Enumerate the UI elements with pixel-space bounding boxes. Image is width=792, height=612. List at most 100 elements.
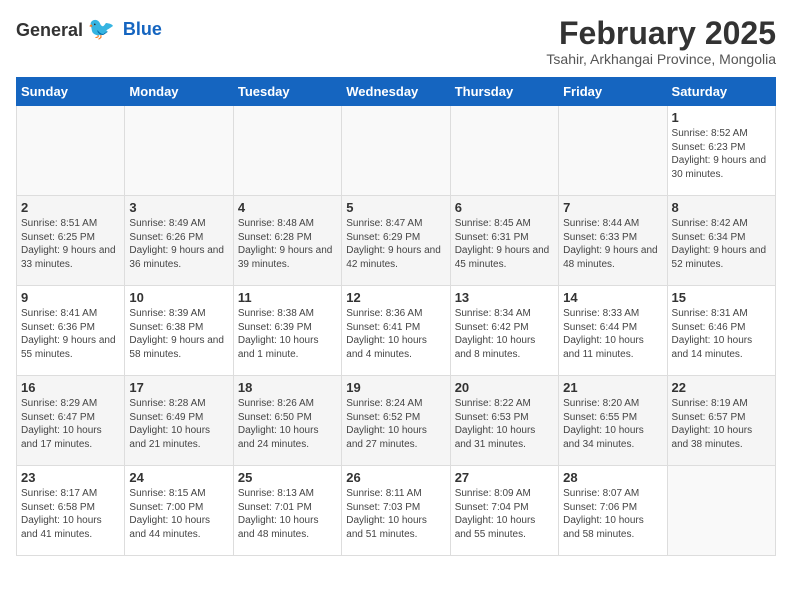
calendar-cell <box>233 106 341 196</box>
day-info: Sunrise: 8:51 AM Sunset: 6:25 PM Dayligh… <box>21 217 120 271</box>
day-number: 22 <box>672 380 771 395</box>
day-info: Sunrise: 8:28 AM Sunset: 6:49 PM Dayligh… <box>129 397 228 451</box>
day-info: Sunrise: 8:49 AM Sunset: 6:26 PM Dayligh… <box>129 217 228 271</box>
day-number: 15 <box>672 290 771 305</box>
calendar-cell: 17 Sunrise: 8:28 AM Sunset: 6:49 PM Dayli… <box>125 376 233 466</box>
day-info: Sunrise: 8:15 AM Sunset: 7:00 PM Dayligh… <box>129 487 228 541</box>
weekday-header-thursday: Thursday <box>450 78 558 106</box>
day-number: 11 <box>238 290 337 305</box>
day-number: 25 <box>238 470 337 485</box>
calendar-cell: 9 Sunrise: 8:41 AM Sunset: 6:36 PM Daylig… <box>17 286 125 376</box>
day-info: Sunrise: 8:48 AM Sunset: 6:28 PM Dayligh… <box>238 217 337 271</box>
day-info: Sunrise: 8:29 AM Sunset: 6:47 PM Dayligh… <box>21 397 120 451</box>
calendar-week-row: 23 Sunrise: 8:17 AM Sunset: 6:58 PM Dayli… <box>17 466 776 556</box>
day-info: Sunrise: 8:07 AM Sunset: 7:06 PM Dayligh… <box>563 487 662 541</box>
day-number: 1 <box>672 110 771 125</box>
calendar-cell: 20Sunrise: 8:22 AM Sunset: 6:53 PM Dayli… <box>450 376 558 466</box>
day-number: 24 <box>129 470 228 485</box>
weekday-header-saturday: Saturday <box>667 78 775 106</box>
logo-blue: Blue <box>123 19 162 40</box>
calendar-cell: 8Sunrise: 8:42 AM Sunset: 6:34 PM Daylig… <box>667 196 775 286</box>
calendar-cell: 15 Sunrise: 8:31 AM Sunset: 6:46 PM Dayli… <box>667 286 775 376</box>
day-number: 19 <box>346 380 445 395</box>
logo: General 🐦 Blue <box>16 16 162 42</box>
calendar-cell <box>125 106 233 196</box>
day-number: 21 <box>563 380 662 395</box>
calendar-cell: 21 Sunrise: 8:20 AM Sunset: 6:55 PM Dayli… <box>559 376 667 466</box>
day-info: Sunrise: 8:13 AM Sunset: 7:01 PM Dayligh… <box>238 487 337 541</box>
calendar-cell: 27Sunrise: 8:09 AM Sunset: 7:04 PM Dayli… <box>450 466 558 556</box>
day-info: Sunrise: 8:44 AM Sunset: 6:33 PM Dayligh… <box>563 217 662 271</box>
day-info: Sunrise: 8:36 AM Sunset: 6:41 PM Dayligh… <box>346 307 445 361</box>
calendar-week-row: 1 Sunrise: 8:52 AM Sunset: 6:23 PM Daylig… <box>17 106 776 196</box>
calendar-cell <box>667 466 775 556</box>
weekday-header-monday: Monday <box>125 78 233 106</box>
day-info: Sunrise: 8:41 AM Sunset: 6:36 PM Dayligh… <box>21 307 120 361</box>
weekday-header-tuesday: Tuesday <box>233 78 341 106</box>
page-header: General 🐦 Blue February 2025 Tsahir, Ark… <box>16 16 776 67</box>
month-year-title: February 2025 <box>546 16 776 51</box>
calendar-week-row: 16Sunrise: 8:29 AM Sunset: 6:47 PM Dayli… <box>17 376 776 466</box>
calendar-cell: 4 Sunrise: 8:48 AM Sunset: 6:28 PM Daylig… <box>233 196 341 286</box>
calendar-cell: 3Sunrise: 8:49 AM Sunset: 6:26 PM Daylig… <box>125 196 233 286</box>
calendar-cell: 14Sunrise: 8:33 AM Sunset: 6:44 PM Dayli… <box>559 286 667 376</box>
day-number: 17 <box>129 380 228 395</box>
title-area: February 2025 Tsahir, Arkhangai Province… <box>546 16 776 67</box>
day-number: 23 <box>21 470 120 485</box>
calendar-cell: 18 Sunrise: 8:26 AM Sunset: 6:50 PM Dayli… <box>233 376 341 466</box>
day-number: 5 <box>346 200 445 215</box>
calendar-cell: 24 Sunrise: 8:15 AM Sunset: 7:00 PM Dayli… <box>125 466 233 556</box>
day-number: 27 <box>455 470 554 485</box>
day-number: 26 <box>346 470 445 485</box>
calendar-cell: 12Sunrise: 8:36 AM Sunset: 6:41 PM Dayli… <box>342 286 450 376</box>
calendar-body: 1 Sunrise: 8:52 AM Sunset: 6:23 PM Daylig… <box>17 106 776 556</box>
calendar-week-row: 9 Sunrise: 8:41 AM Sunset: 6:36 PM Daylig… <box>17 286 776 376</box>
calendar-cell <box>559 106 667 196</box>
day-number: 8 <box>672 200 771 215</box>
day-number: 4 <box>238 200 337 215</box>
calendar-header-row: SundayMondayTuesdayWednesdayThursdayFrid… <box>17 78 776 106</box>
day-info: Sunrise: 8:17 AM Sunset: 6:58 PM Dayligh… <box>21 487 120 541</box>
calendar-cell: 1 Sunrise: 8:52 AM Sunset: 6:23 PM Daylig… <box>667 106 775 196</box>
calendar-cell: 16Sunrise: 8:29 AM Sunset: 6:47 PM Dayli… <box>17 376 125 466</box>
day-info: Sunrise: 8:33 AM Sunset: 6:44 PM Dayligh… <box>563 307 662 361</box>
day-info: Sunrise: 8:45 AM Sunset: 6:31 PM Dayligh… <box>455 217 554 271</box>
calendar-table: SundayMondayTuesdayWednesdayThursdayFrid… <box>16 77 776 556</box>
day-number: 18 <box>238 380 337 395</box>
day-info: Sunrise: 8:34 AM Sunset: 6:42 PM Dayligh… <box>455 307 554 361</box>
day-info: Sunrise: 8:22 AM Sunset: 6:53 PM Dayligh… <box>455 397 554 451</box>
day-info: Sunrise: 8:52 AM Sunset: 6:23 PM Dayligh… <box>672 127 771 181</box>
calendar-cell: 26 Sunrise: 8:11 AM Sunset: 7:03 PM Dayli… <box>342 466 450 556</box>
calendar-cell <box>450 106 558 196</box>
day-number: 7 <box>563 200 662 215</box>
day-info: Sunrise: 8:47 AM Sunset: 6:29 PM Dayligh… <box>346 217 445 271</box>
calendar-cell: 22Sunrise: 8:19 AM Sunset: 6:57 PM Dayli… <box>667 376 775 466</box>
day-number: 28 <box>563 470 662 485</box>
calendar-cell: 19Sunrise: 8:24 AM Sunset: 6:52 PM Dayli… <box>342 376 450 466</box>
calendar-cell: 5 Sunrise: 8:47 AM Sunset: 6:29 PM Daylig… <box>342 196 450 286</box>
day-info: Sunrise: 8:38 AM Sunset: 6:39 PM Dayligh… <box>238 307 337 361</box>
calendar-cell: 6 Sunrise: 8:45 AM Sunset: 6:31 PM Daylig… <box>450 196 558 286</box>
day-info: Sunrise: 8:20 AM Sunset: 6:55 PM Dayligh… <box>563 397 662 451</box>
day-number: 13 <box>455 290 554 305</box>
day-info: Sunrise: 8:11 AM Sunset: 7:03 PM Dayligh… <box>346 487 445 541</box>
day-number: 10 <box>129 290 228 305</box>
calendar-week-row: 2 Sunrise: 8:51 AM Sunset: 6:25 PM Daylig… <box>17 196 776 286</box>
day-number: 6 <box>455 200 554 215</box>
calendar-cell: 28 Sunrise: 8:07 AM Sunset: 7:06 PM Dayli… <box>559 466 667 556</box>
calendar-cell: 25 Sunrise: 8:13 AM Sunset: 7:01 PM Dayli… <box>233 466 341 556</box>
day-info: Sunrise: 8:31 AM Sunset: 6:46 PM Dayligh… <box>672 307 771 361</box>
calendar-cell: 2 Sunrise: 8:51 AM Sunset: 6:25 PM Daylig… <box>17 196 125 286</box>
day-info: Sunrise: 8:26 AM Sunset: 6:50 PM Dayligh… <box>238 397 337 451</box>
logo-bird-icon: 🐦 <box>88 16 115 41</box>
logo-general: General <box>16 20 83 40</box>
weekday-header-sunday: Sunday <box>17 78 125 106</box>
weekday-header-friday: Friday <box>559 78 667 106</box>
calendar-cell: 10 Sunrise: 8:39 AM Sunset: 6:38 PM Dayli… <box>125 286 233 376</box>
day-number: 2 <box>21 200 120 215</box>
calendar-cell <box>17 106 125 196</box>
weekday-header-wednesday: Wednesday <box>342 78 450 106</box>
day-info: Sunrise: 8:39 AM Sunset: 6:38 PM Dayligh… <box>129 307 228 361</box>
day-number: 9 <box>21 290 120 305</box>
calendar-cell: 23 Sunrise: 8:17 AM Sunset: 6:58 PM Dayli… <box>17 466 125 556</box>
